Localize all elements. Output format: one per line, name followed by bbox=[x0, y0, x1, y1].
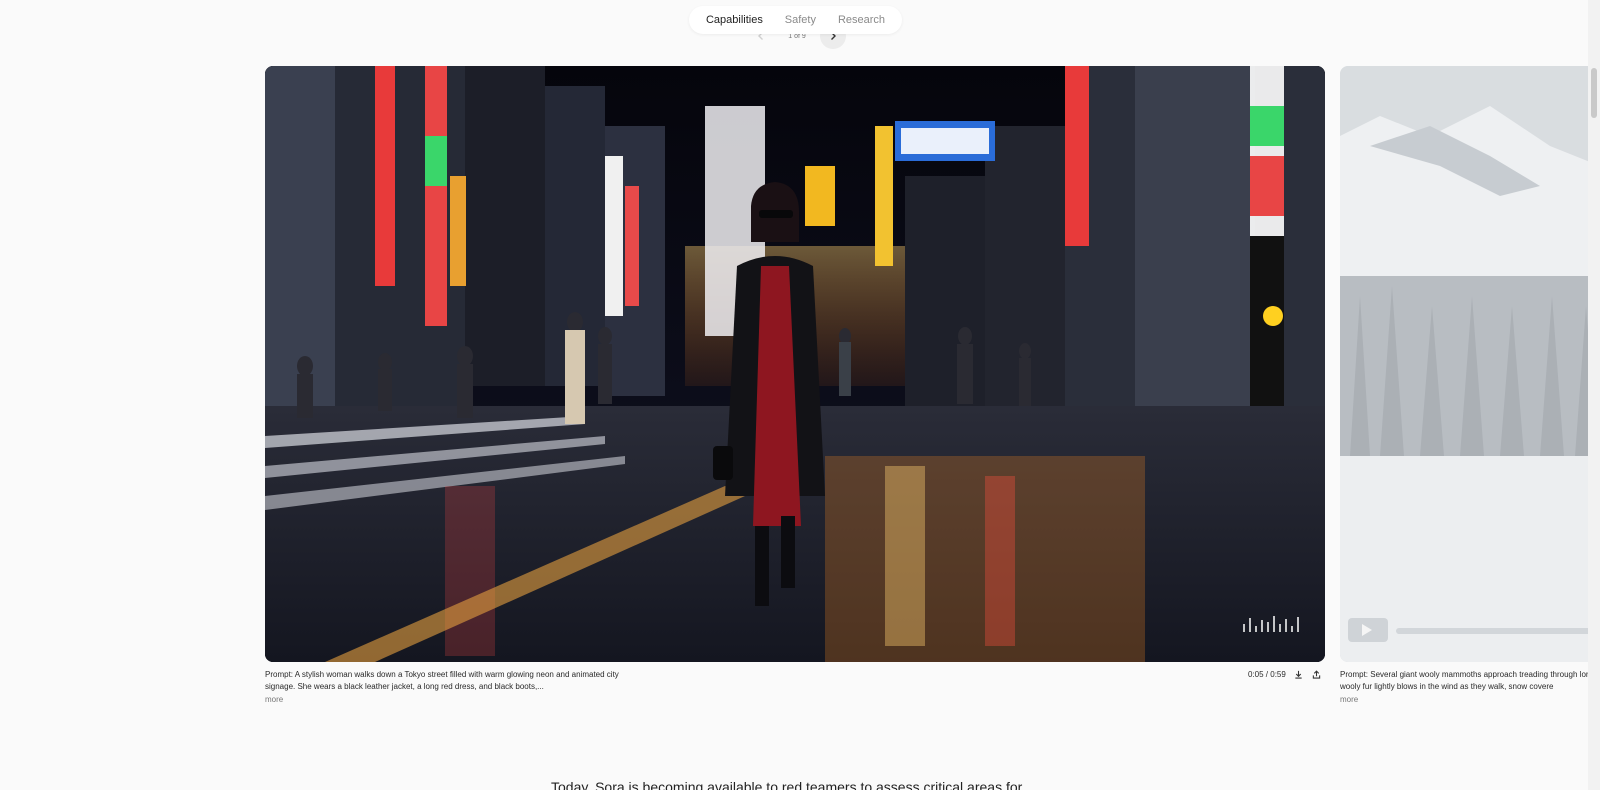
download-icon[interactable] bbox=[1294, 669, 1304, 679]
tokyo-street-scene bbox=[265, 66, 1325, 662]
audio-waveform-icon bbox=[1243, 616, 1299, 632]
share-icon[interactable] bbox=[1312, 669, 1322, 679]
more-link[interactable]: more bbox=[265, 695, 283, 704]
video-player-mammoths[interactable] bbox=[1340, 66, 1600, 662]
video-prompt-caption-2: Prompt: Several giant wooly mammoths app… bbox=[1340, 669, 1600, 693]
video-player-tokyo[interactable] bbox=[265, 66, 1325, 662]
video-prompt-text-2: Prompt: Several giant wooly mammoths app… bbox=[1340, 670, 1595, 691]
page: Capabilities Safety Research 1 of 9 Prom… bbox=[0, 0, 1600, 790]
intro-paragraph: Today, Sora is becoming available to red… bbox=[551, 779, 1023, 790]
section-tab-nav: Capabilities Safety Research bbox=[689, 6, 902, 34]
tab-capabilities[interactable]: Capabilities bbox=[700, 10, 769, 30]
video-prompt-caption: Prompt: A stylish woman walks down a Tok… bbox=[265, 670, 619, 691]
video-controls: 0:05 / 0:59 bbox=[1248, 669, 1322, 679]
scrollbar-thumb[interactable] bbox=[1591, 68, 1597, 118]
video-timestamp: 0:05 / 0:59 bbox=[1248, 669, 1286, 679]
page-scrollbar[interactable] bbox=[1588, 0, 1600, 790]
snowy-mountain-scene bbox=[1340, 66, 1600, 662]
tab-research[interactable]: Research bbox=[832, 10, 891, 30]
more-link-2[interactable]: more bbox=[1340, 695, 1358, 704]
tab-safety[interactable]: Safety bbox=[779, 10, 822, 30]
